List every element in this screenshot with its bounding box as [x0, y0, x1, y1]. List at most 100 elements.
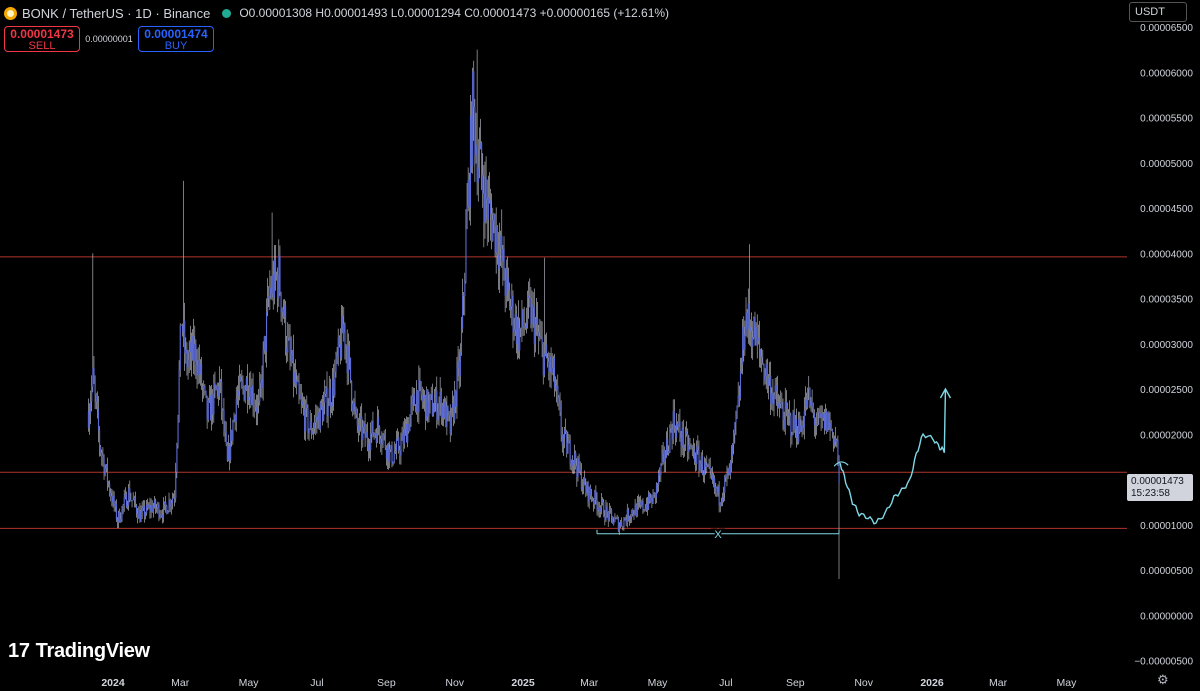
x-tick-label-1: Mar: [171, 677, 190, 689]
candle-body-2025-08-21: [782, 408, 784, 420]
candle-body-2025-04-30: [655, 484, 657, 498]
y-tick-label-7: 0.00003000: [1140, 340, 1193, 351]
candle-body-2024-07-07: [323, 402, 325, 422]
candle-body-2025-04-18: [642, 500, 644, 511]
candle-body-2025-10-05: [832, 432, 835, 445]
candle-body-2024-12-29: [519, 328, 521, 351]
bar-countdown: 15:23:58: [1131, 488, 1170, 499]
candle-body-2024-12-14: [502, 248, 504, 262]
candle-body-2025-04-04: [626, 509, 628, 523]
candle-body-2024-12-08: [495, 226, 497, 253]
candle-body-2024-07-20: [337, 337, 339, 356]
candle-body-2024-01-04: [115, 503, 117, 520]
candle-body-2025-03-29: [620, 521, 622, 527]
candle-body-2024-03-28: [209, 395, 212, 421]
candle-body-2025-01-18: [541, 337, 543, 345]
candle-body-2024-05-22: [271, 275, 273, 294]
candle-body-2024-07-05: [320, 402, 322, 407]
candle-body-2025-06-21: [714, 478, 716, 489]
candle-body-2024-03-08: [187, 360, 189, 368]
candle-body-2025-01-09: [531, 304, 533, 325]
candle-body-2024-08-21: [373, 433, 375, 436]
candle-body-2025-04-12: [635, 504, 637, 516]
candle-body-2024-12-20: [509, 289, 511, 310]
candle-body-2024-01-16: [129, 488, 131, 501]
candle-body-2024-12-19: [507, 278, 510, 290]
candle-body-2025-04-24: [649, 493, 651, 502]
last-price-tag: 0.00001473 15:23:58: [1127, 474, 1193, 501]
candle-body-2023-12-29: [109, 483, 111, 493]
candle-body-2025-06-14: [706, 464, 708, 468]
candle-body-2024-03-14: [194, 343, 196, 362]
y-tick-label-0: 0.00006500: [1140, 23, 1193, 34]
candle-body-2025-06-28: [721, 497, 724, 502]
candle-body-2024-07-21: [338, 337, 340, 345]
candle-body-2024-01-05: [116, 519, 119, 523]
currency-selector[interactable]: USDT: [1129, 2, 1187, 22]
candle-body-2024-07-08: [324, 393, 326, 403]
candle-body-2024-02-25: [174, 496, 176, 499]
candle-body-2025-06-24: [717, 486, 719, 493]
candle-body-2024-01-24: [138, 509, 140, 519]
candle-body-2024-01-02: [113, 495, 115, 507]
candle-body-2025-06-09: [700, 456, 702, 464]
candle-body-2025-08-01: [760, 349, 762, 357]
candle-body-2024-03-12: [192, 336, 194, 360]
candle-body-2025-02-02: [558, 397, 560, 403]
candle-body-2025-04-09: [632, 510, 634, 515]
symbol-title[interactable]: BONK / TetherUS · 1D · Binance: [22, 6, 210, 21]
candle-body-2024-12-26: [515, 314, 517, 344]
candle-body-2025-07-10: [735, 417, 737, 423]
candle-body-2025-06-08: [699, 463, 701, 471]
support-label: X: [714, 529, 722, 541]
candle-body-2024-05-14: [262, 349, 264, 388]
candle-body-2024-04-07: [221, 381, 223, 411]
candle-body-2025-01-20: [543, 353, 545, 376]
candle-body-2025-08-16: [776, 391, 778, 404]
candle-body-2024-01-31: [146, 504, 148, 514]
candle-body-2025-03-08: [596, 499, 598, 510]
candle-body-2024-01-23: [137, 513, 139, 519]
candle-body-2025-03-12: [600, 499, 603, 508]
buy-button[interactable]: 0.00001474 BUY: [138, 26, 214, 52]
candle-body-2024-02-09: [156, 508, 158, 509]
candle-body-2024-11-13: [467, 179, 469, 207]
candle-body-2025-07-17: [743, 326, 745, 350]
candle-body-2024-04-02: [215, 386, 217, 390]
candle-body-2025-07-20: [746, 312, 748, 329]
candle-body-2025-03-16: [605, 506, 607, 520]
candle-body-2025-04-08: [631, 510, 633, 518]
candle-body-2024-04-09: [223, 409, 225, 431]
candle-body-2024-03-20: [201, 363, 203, 387]
candle-body-2024-12-05: [492, 220, 494, 241]
candle-body-2024-07-14: [330, 406, 333, 408]
candle-body-2025-07-11: [736, 406, 738, 418]
candle-body-2024-11-24: [479, 142, 482, 150]
candle-body-2024-05-06: [253, 405, 255, 407]
candle-body-2024-07-13: [329, 388, 331, 408]
candle-body-2024-07-03: [318, 412, 320, 430]
chart-header: BONK / TetherUS · 1D · Binance O0.000013…: [4, 4, 669, 22]
price-axis: 0.00006500 0.00006000 0.00005500 0.00005000…: [1134, 23, 1193, 668]
gear-icon[interactable]: ⚙: [1157, 672, 1169, 688]
candle-body-2023-12-25: [104, 468, 106, 475]
candle-body-2024-05-01: [248, 397, 250, 401]
price-chart[interactable]: X 0.00006500 0.00006000 0.00005500 0.000050…: [0, 0, 1200, 691]
candle-body-2024-01-27: [141, 507, 143, 512]
candle-body-2025-07-15: [741, 364, 743, 372]
candle-body-2024-10-18: [438, 402, 440, 412]
candle-body-2025-06-13: [705, 462, 707, 468]
candle-body-2024-01-13: [125, 493, 128, 508]
candle-body-2023-12-14: [92, 368, 94, 387]
candle-body-2024-10-22: [443, 404, 445, 418]
candle-body-2025-10-07: [835, 438, 837, 442]
candle-body-2025-04-05: [627, 509, 629, 521]
candle-body-2024-11-19: [474, 107, 476, 155]
candle-body-2024-10-27: [448, 412, 450, 416]
candle-body-2023-12-12: [90, 401, 92, 414]
candle-body-2025-09-06: [800, 425, 802, 433]
sell-button[interactable]: 0.00001473 SELL: [4, 26, 80, 52]
candle-body-2024-01-25: [139, 509, 141, 522]
tradingview-logo[interactable]: 17 TradingView: [8, 640, 150, 663]
y-tick-label-6: 0.00003500: [1140, 295, 1193, 306]
